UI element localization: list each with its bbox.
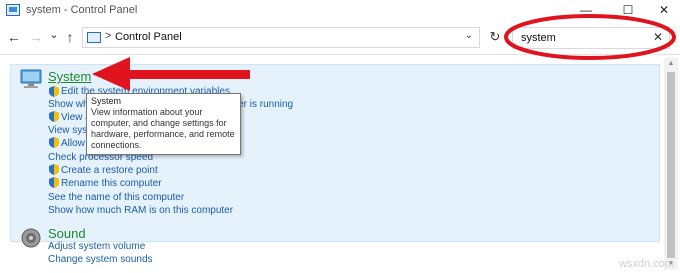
- control-panel-icon: [87, 32, 101, 43]
- tooltip-line: hardware, performance, and remote: [91, 129, 235, 139]
- link-rename-computer[interactable]: Rename this computer: [61, 178, 162, 189]
- maximize-button[interactable]: ☐: [610, 0, 646, 22]
- control-panel-icon: [6, 4, 20, 16]
- link-allow[interactable]: Allow: [61, 138, 85, 149]
- link-view-system[interactable]: View syst: [48, 125, 90, 136]
- close-button[interactable]: ✕: [646, 0, 680, 22]
- refresh-button[interactable]: ↻: [486, 28, 504, 46]
- title-bar: system - Control Panel — ☐ ✕: [0, 0, 680, 22]
- link-create-restore-point[interactable]: Create a restore point: [61, 165, 158, 176]
- back-button[interactable]: ←: [6, 29, 22, 45]
- address-bar[interactable]: > Control Panel ⌄: [82, 27, 480, 48]
- shield-icon: [49, 164, 59, 175]
- search-input[interactable]: system ✕: [512, 27, 670, 49]
- breadcrumb-separator: >: [105, 30, 112, 42]
- tooltip-line: View information about your: [91, 107, 203, 117]
- up-button[interactable]: ↑: [62, 29, 78, 45]
- tooltip-line: connections.: [91, 140, 142, 150]
- system-icon: [20, 69, 42, 88]
- speaker-icon: [21, 228, 41, 248]
- scroll-up-arrow-icon[interactable]: ▲: [664, 58, 678, 70]
- link-change-sounds[interactable]: Change system sounds: [48, 254, 153, 265]
- link-show-ram[interactable]: Show how much RAM is on this computer: [48, 205, 233, 216]
- vertical-scrollbar[interactable]: ▲ ▼: [664, 58, 678, 270]
- window-title: system - Control Panel: [26, 4, 138, 16]
- link-adjust-volume[interactable]: Adjust system volume: [48, 241, 145, 252]
- tooltip-line: computer, and change settings for: [91, 118, 227, 128]
- shield-icon: [49, 86, 59, 97]
- breadcrumb[interactable]: Control Panel: [115, 31, 182, 43]
- system-category-link[interactable]: System: [48, 69, 91, 84]
- chevron-down-icon[interactable]: ⌄: [465, 30, 473, 41]
- shield-icon: [49, 111, 59, 122]
- watermark: wsxdn.com: [618, 258, 674, 270]
- minimize-button[interactable]: —: [568, 0, 604, 22]
- shield-icon: [49, 137, 59, 148]
- search-value: system: [521, 32, 556, 44]
- tooltip: System View information about your compu…: [86, 93, 241, 155]
- sound-category-link[interactable]: Sound: [48, 226, 86, 241]
- clear-search-button[interactable]: ✕: [653, 30, 663, 44]
- forward-button[interactable]: →: [28, 29, 44, 45]
- navigation-bar: ← → ⌄ ↑ > Control Panel ⌄ ↻ system ✕: [0, 22, 680, 55]
- shield-icon: [49, 177, 59, 188]
- recent-locations-button[interactable]: ⌄: [46, 28, 62, 41]
- link-see-computer-name[interactable]: See the name of this computer: [48, 192, 184, 203]
- tooltip-title: System: [91, 96, 122, 106]
- scrollbar-thumb[interactable]: [667, 72, 675, 258]
